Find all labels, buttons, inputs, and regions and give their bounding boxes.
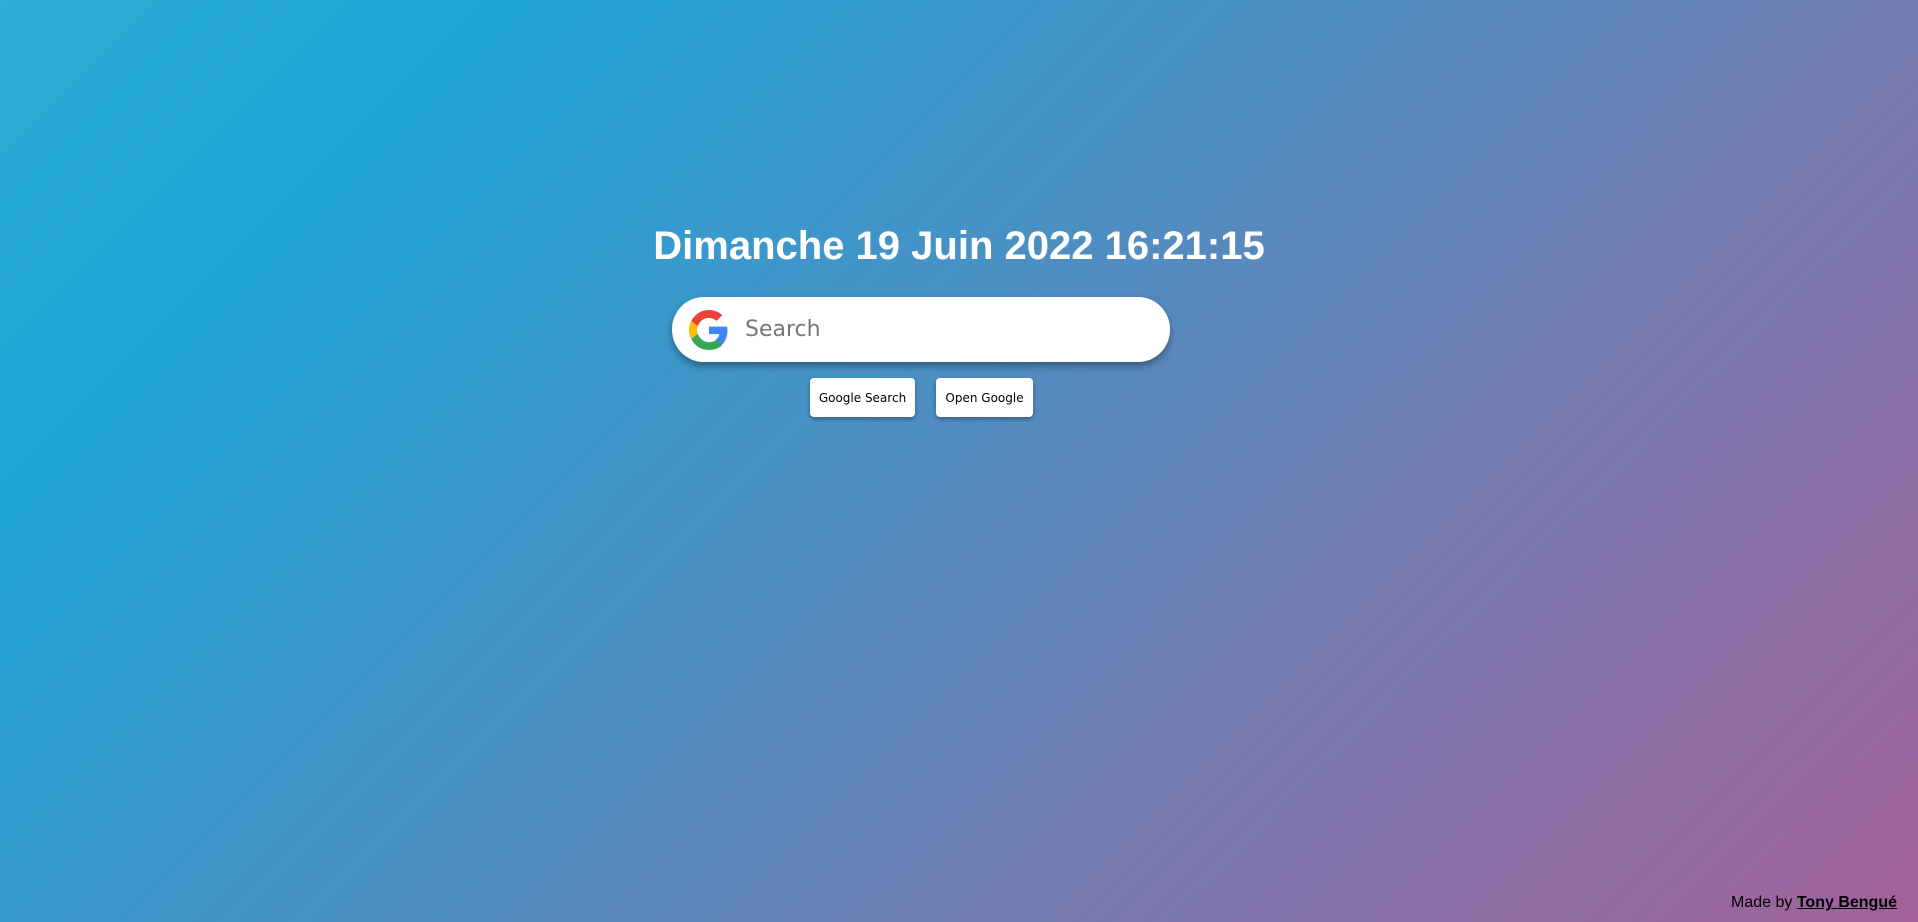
footer-prefix: Made by: [1731, 894, 1793, 911]
search-input[interactable]: [743, 316, 1147, 343]
google-search-button[interactable]: Google Search: [810, 378, 915, 417]
author-link[interactable]: Tony Bengué: [1797, 894, 1897, 911]
open-google-button[interactable]: Open Google: [936, 378, 1033, 417]
search-bar[interactable]: [672, 297, 1170, 362]
date-time-clock: Dimanche 19 Juin 2022 16:21:15: [653, 224, 1265, 268]
google-g-icon: [689, 309, 728, 350]
footer-credit: Made by Tony Bengué: [1731, 894, 1897, 912]
